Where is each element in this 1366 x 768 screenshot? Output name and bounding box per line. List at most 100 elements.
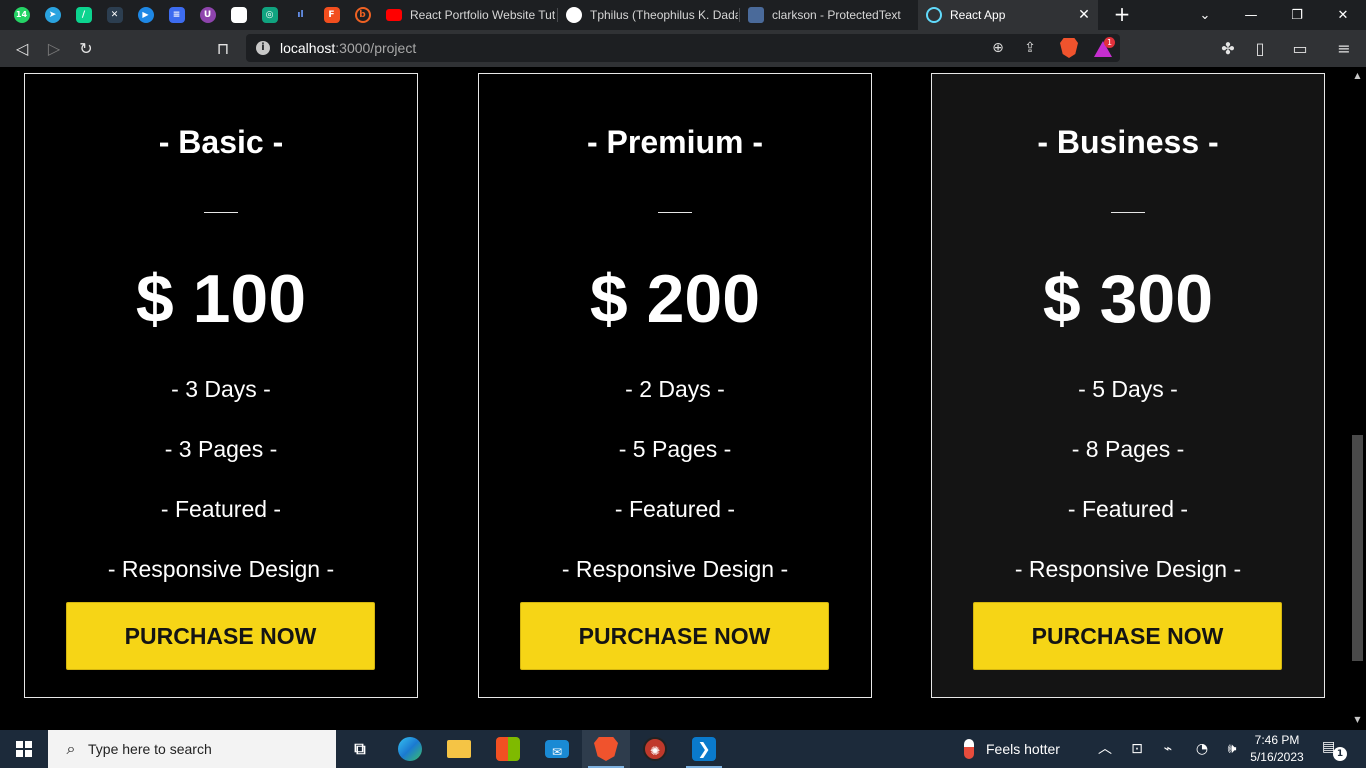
- protectedtext-icon: [748, 7, 764, 23]
- task-view-button[interactable]: ⧉: [336, 730, 384, 768]
- youtube-icon: [386, 9, 402, 21]
- taskbar-search[interactable]: ⌕ Type here to search: [48, 730, 336, 768]
- volume-icon[interactable]: 🕪: [1222, 739, 1242, 759]
- taskbar-edge[interactable]: [386, 730, 434, 768]
- app-circle-icon: ✺: [643, 737, 667, 761]
- pinned-tab[interactable]: U: [192, 0, 223, 30]
- forward-icon[interactable]: ▷: [42, 37, 66, 61]
- wifi-icon[interactable]: ◔: [1192, 739, 1212, 759]
- taskbar-file-explorer[interactable]: [435, 730, 483, 768]
- edge-icon: [398, 737, 422, 761]
- purchase-now-button[interactable]: PURCHASE NOW: [66, 602, 375, 670]
- window-close-icon[interactable]: ✕: [1320, 0, 1366, 30]
- scrollbar-thumb[interactable]: [1352, 435, 1363, 661]
- feature-item: - Responsive Design -: [107, 556, 335, 582]
- bookmark-icon[interactable]: ⊓: [211, 37, 235, 61]
- zoom-icon[interactable]: ⊕: [986, 36, 1010, 60]
- scroll-up-icon[interactable]: ▲: [1353, 71, 1362, 80]
- feature-item: - 8 Pages -: [1071, 436, 1185, 462]
- wallet-icon[interactable]: ▭: [1288, 37, 1312, 61]
- close-icon[interactable]: ✕: [1076, 7, 1092, 23]
- play-icon: ▶: [137, 7, 154, 23]
- app-icon: /: [75, 7, 92, 23]
- store-icon: [496, 737, 520, 761]
- pinned-tab[interactable]: b: [347, 0, 378, 30]
- task-view-icon: ⧉: [354, 739, 366, 758]
- tab-react-app[interactable]: React App ✕: [918, 0, 1098, 30]
- pinned-tab[interactable]: [223, 0, 254, 30]
- sidebar-icon[interactable]: ▯: [1248, 37, 1272, 61]
- rewards-badge: 1: [1104, 37, 1115, 48]
- whatsapp-icon: 14: [13, 7, 30, 23]
- purchase-now-button[interactable]: PURCHASE NOW: [973, 602, 1282, 670]
- pricing-card-business: - Business - $ 300 - 5 Days - - 8 Pages …: [931, 73, 1325, 698]
- pinned-tab[interactable]: ✕: [99, 0, 130, 30]
- divider: [204, 212, 238, 213]
- vscode-icon: ❯: [692, 737, 716, 761]
- back-icon[interactable]: ◁: [10, 37, 34, 61]
- tool-icon: ✕: [106, 7, 123, 23]
- folder-icon: [447, 740, 471, 758]
- plan-price: $ 100: [135, 261, 307, 337]
- chart-icon: ıl: [297, 10, 304, 20]
- pinned-tab[interactable]: ➤: [37, 0, 68, 30]
- divider: [1111, 212, 1145, 213]
- purchase-now-button[interactable]: PURCHASE NOW: [520, 602, 829, 670]
- start-button[interactable]: [0, 730, 48, 768]
- clock-date: 5/16/2023: [1250, 750, 1304, 764]
- tab-search-chevron-icon[interactable]: ⌄: [1182, 0, 1228, 30]
- tab-title: React Portfolio Website Tut: [410, 8, 556, 22]
- scroll-down-icon[interactable]: ▼: [1353, 715, 1362, 724]
- plan-name: - Basic -: [158, 124, 284, 160]
- shield-icon: U: [199, 7, 216, 23]
- figma-icon: F: [323, 7, 340, 23]
- menu-icon[interactable]: ≡: [1332, 37, 1356, 61]
- tab-strip: 14 ➤ / ✕ ▶ ≡ U ◎ ıl F b React Portfolio …: [0, 0, 1366, 30]
- feature-item: - 5 Days -: [1078, 376, 1178, 402]
- new-tab-button[interactable]: +: [1110, 3, 1134, 27]
- brave-icon: [594, 737, 618, 761]
- page-scrollbar[interactable]: ▲ ▼: [1349, 67, 1366, 730]
- reload-icon[interactable]: ↻: [74, 37, 98, 61]
- show-hidden-icons-chevron-icon[interactable]: ︿: [1095, 739, 1115, 759]
- taskbar-store[interactable]: [484, 730, 532, 768]
- pinned-tab[interactable]: ıl: [285, 0, 316, 30]
- pinned-tab[interactable]: 14: [6, 0, 37, 30]
- tab-protectedtext[interactable]: clarkson - ProtectedText: [740, 0, 918, 30]
- system-clock[interactable]: 7:46 PM 5/16/2023: [1246, 732, 1308, 766]
- extensions-icon[interactable]: ✤: [1216, 37, 1240, 61]
- taskbar-app[interactable]: ✺: [631, 730, 679, 768]
- weather-text: Feels hotter: [986, 741, 1060, 757]
- minimize-icon[interactable]: —: [1228, 0, 1274, 30]
- taskbar-vscode[interactable]: ❯: [680, 730, 728, 768]
- battery-icon[interactable]: ⌁: [1158, 739, 1178, 759]
- clock-time: 7:46 PM: [1254, 733, 1300, 747]
- search-icon: ⌕: [66, 739, 76, 758]
- weather-widget[interactable]: Feels hotter: [964, 730, 1060, 768]
- restore-icon[interactable]: ❐: [1274, 0, 1320, 30]
- notification-center-icon[interactable]: ▤ 1: [1322, 739, 1347, 761]
- url-text[interactable]: localhost:3000/project: [280, 40, 416, 56]
- share-icon[interactable]: ⇪: [1018, 36, 1042, 60]
- site-info-icon[interactable]: i: [256, 41, 270, 55]
- plan-name: - Business -: [1037, 124, 1219, 160]
- tab-title: Tphilus (Theophilus K. Dada: [590, 8, 738, 22]
- brave-rewards-icon[interactable]: 1: [1094, 37, 1115, 57]
- taskbar-brave[interactable]: [582, 730, 630, 768]
- taskbar-mail[interactable]: ✉: [533, 730, 581, 768]
- react-icon: [926, 7, 942, 23]
- tab-github[interactable]: Tphilus (Theophilus K. Dada: [558, 0, 738, 30]
- url-path: :3000/project: [335, 40, 417, 56]
- search-placeholder: Type here to search: [88, 741, 212, 757]
- pinned-tab[interactable]: ▶: [130, 0, 161, 30]
- pinned-tab[interactable]: F: [316, 0, 347, 30]
- tab-youtube[interactable]: React Portfolio Website Tut: [378, 0, 556, 30]
- pinned-tab[interactable]: /: [68, 0, 99, 30]
- notion-icon: [230, 7, 247, 23]
- divider: [658, 212, 692, 213]
- address-bar[interactable]: i localhost:3000/project ⊕ ⇪: [246, 34, 1120, 62]
- pinned-tab[interactable]: ≡: [161, 0, 192, 30]
- meet-now-icon[interactable]: ⊡: [1127, 739, 1147, 759]
- pinned-tab[interactable]: ◎: [254, 0, 285, 30]
- chatgpt-icon: ◎: [261, 7, 278, 23]
